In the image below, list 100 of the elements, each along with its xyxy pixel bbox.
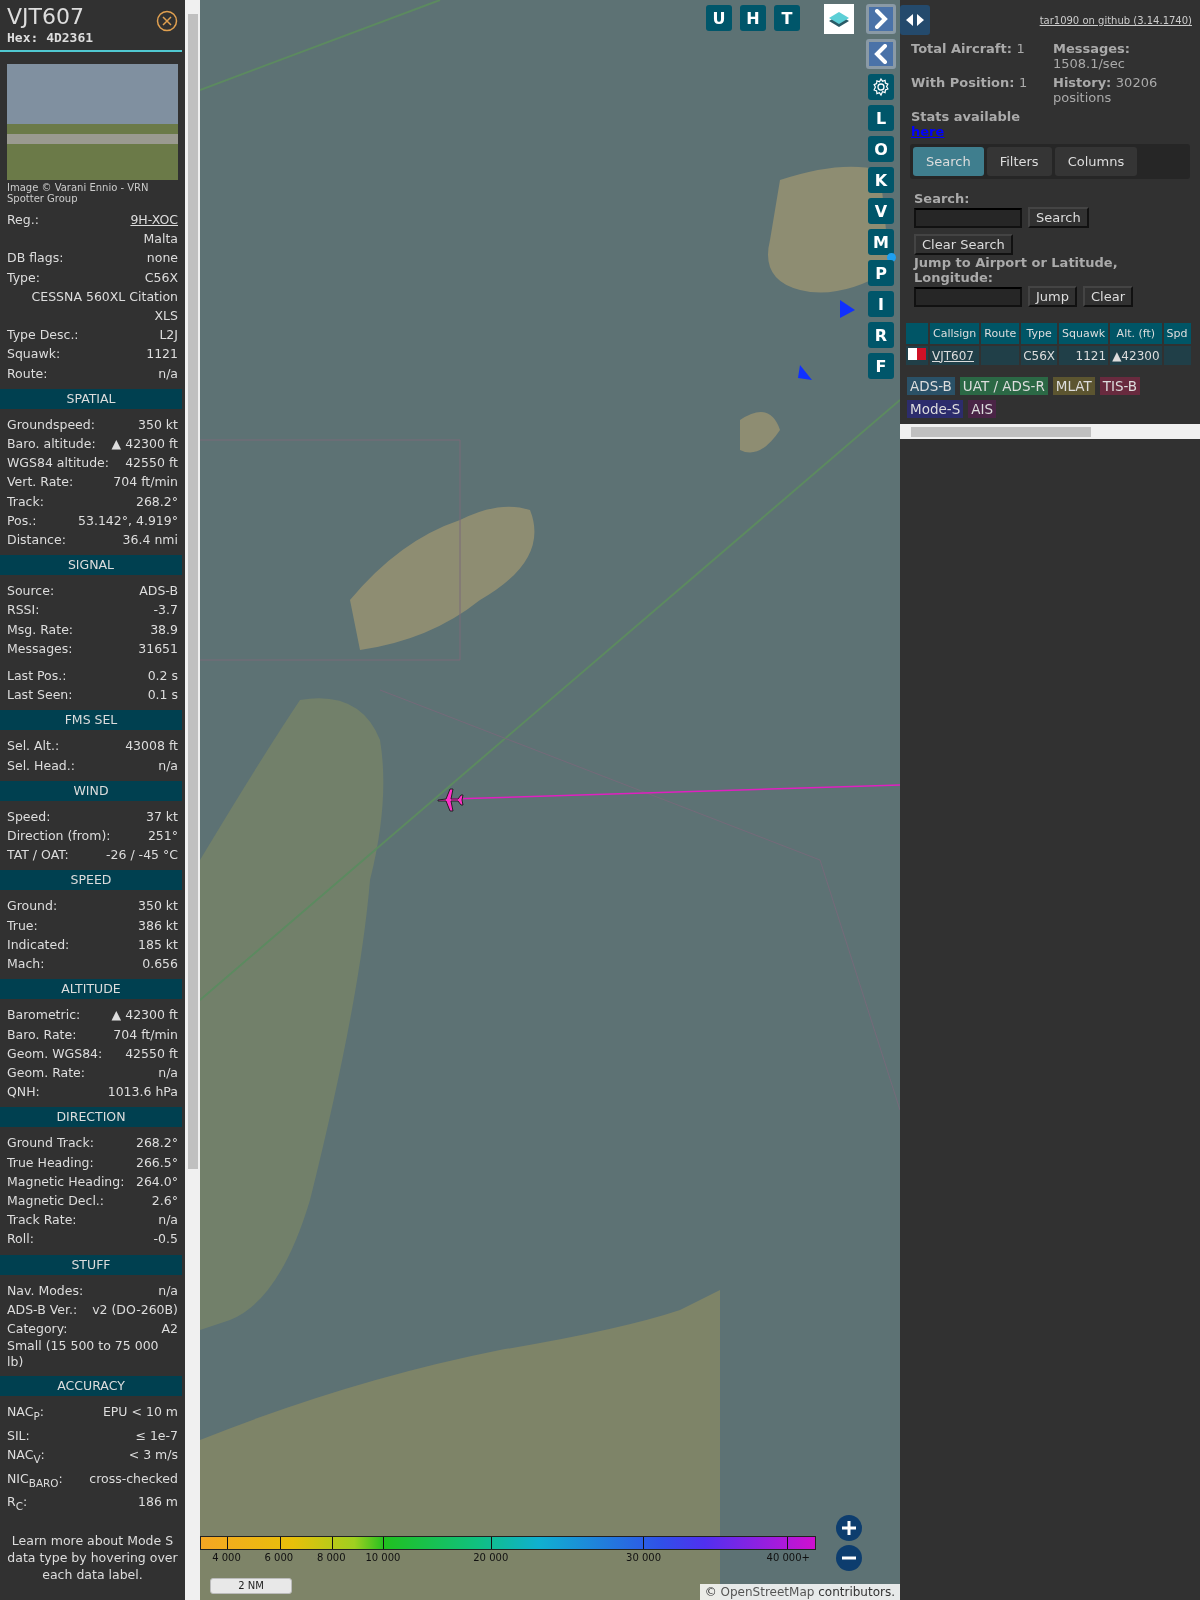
map-toggle-button[interactable]: I [868, 291, 894, 317]
field-value: -26 / -45 °C [106, 846, 178, 865]
field-value: n/a [158, 1063, 178, 1082]
column-header[interactable]: Route [981, 323, 1020, 344]
source-tag: MLAT [1052, 377, 1095, 395]
field-label: Last Pos.: [7, 667, 67, 686]
plus-icon [841, 1520, 857, 1536]
field-label: Ground Track: [7, 1134, 94, 1153]
tab[interactable]: Columns [1054, 147, 1138, 176]
altitude-label: 40 000+ [766, 1552, 810, 1563]
field-value: 704 ft/min [113, 1025, 178, 1044]
altitude-label: 20 000 [473, 1552, 509, 1563]
field-label: Route: [7, 364, 48, 383]
expand-button[interactable] [866, 4, 896, 34]
map-toggle-button[interactable]: H [740, 5, 766, 31]
field-label: Sel. Head.: [7, 756, 75, 775]
field-label: Groundspeed: [7, 415, 95, 434]
field-value: ▲ 42300 ft [111, 435, 178, 454]
left-right-arrows-icon [905, 13, 925, 27]
altitude-label: 4 000 [212, 1552, 241, 1563]
field-label: Category: [7, 1319, 68, 1338]
field-label: Search: [914, 191, 971, 206]
field-label: True Heading: [7, 1153, 94, 1172]
column-header[interactable]: Callsign [930, 323, 980, 344]
jump-form-button[interactable]: Clear [1083, 286, 1133, 307]
callsign-link[interactable]: VJT607 [932, 348, 974, 363]
field-value: L2J [159, 326, 178, 345]
registration-link[interactable]: 9H-XOC [130, 210, 178, 230]
airplane-icon[interactable] [436, 787, 464, 813]
field-value: 185 kt [138, 935, 178, 954]
section-header: ACCURACY [0, 1376, 182, 1397]
field-value: ADS-B [139, 582, 178, 601]
tab[interactable]: Filters [986, 147, 1052, 176]
source-tag: Mode-S [907, 400, 964, 418]
field-value: 1013.6 hPa [107, 1083, 178, 1102]
field-value: 251° [147, 827, 178, 846]
map-toggle-button[interactable]: T [774, 5, 800, 31]
panel-toggle-button[interactable] [900, 5, 930, 35]
jump-field[interactable] [914, 286, 1022, 307]
field-value: C56X [144, 268, 178, 287]
map-toggle-button[interactable]: K [868, 167, 894, 193]
field-value: 38.9 [150, 620, 178, 639]
field-label: DB flags: [7, 249, 64, 268]
jump-form-button[interactable]: Jump [1028, 286, 1077, 307]
field-label: R$_{C}$: [7, 1493, 28, 1514]
collapse-button[interactable] [866, 39, 896, 69]
field-value: n/a [158, 1281, 178, 1300]
map-toggle-button[interactable]: F [868, 353, 894, 379]
field-label: Msg. Rate: [7, 620, 74, 639]
field-label: Magnetic Heading: [7, 1172, 125, 1191]
table-cell: ▲42300 [1110, 346, 1162, 365]
map-toggle-button[interactable]: P [868, 260, 894, 286]
field-value: 350 kt [138, 897, 178, 916]
scrollbar[interactable] [185, 0, 200, 1600]
section-header: SPATIAL [0, 388, 182, 409]
section-header: SPEED [0, 870, 182, 891]
layers-button[interactable] [824, 4, 854, 34]
field-label: ADS-B Ver.: [7, 1300, 78, 1319]
field-label: Indicated: [7, 935, 70, 954]
map-attribution: © OpenStreetMap contributors. [699, 1584, 900, 1600]
map-toggle-button[interactable]: M [868, 229, 894, 255]
field-value: 186 m [138, 1493, 178, 1512]
field-value: 31651 [138, 639, 178, 658]
search-field[interactable] [914, 207, 1022, 228]
field-value: 264.0° [135, 1172, 178, 1191]
map-toggle-button[interactable]: O [868, 136, 894, 162]
attribution-link[interactable]: OpenStreetMap [720, 1585, 815, 1599]
field-value: 53.142°, 4.919° [78, 511, 178, 530]
stat-text: History: 30206 positions [1053, 75, 1159, 105]
field-value: Malta [142, 230, 179, 249]
altitude-label: 6 000 [264, 1552, 294, 1563]
map-toggle-button[interactable]: L [868, 105, 894, 131]
field-value: v2 (DO-260B) [92, 1300, 178, 1319]
search-form-button[interactable]: Search [1028, 207, 1089, 228]
map-toggle-button[interactable]: V [868, 198, 894, 224]
column-header[interactable]: Alt. (ft) [1110, 323, 1162, 344]
close-icon[interactable] [156, 10, 178, 32]
field-label: QNH: [7, 1083, 40, 1102]
zoom-out-button[interactable] [836, 1545, 862, 1571]
version-link[interactable]: tar1090 on github (3.14.1740) [1039, 15, 1192, 26]
column-header[interactable]: Squawk [1059, 323, 1109, 344]
field-value: 268.2° [135, 492, 178, 511]
column-header[interactable]: Type [1021, 323, 1058, 344]
stats-text: Stats available [911, 109, 1021, 124]
field-value: 350 kt [138, 415, 178, 434]
map-toggle-button[interactable]: R [868, 322, 894, 348]
settings-button[interactable] [868, 74, 894, 100]
map-toggle-button[interactable]: U [706, 5, 732, 31]
field-label: Jump to Airport or Latitude, Longitude: [914, 255, 1119, 285]
search-form-button[interactable]: Clear Search [914, 234, 1013, 255]
field-value: 2.6° [151, 1191, 178, 1210]
field-label: Barometric: [7, 1006, 81, 1025]
field-value: -3.7 [153, 601, 178, 620]
field-value: -0.5 [153, 1230, 178, 1249]
source-tag: UAT / ADS-R [959, 377, 1048, 395]
horizontal-scrollbar[interactable] [900, 424, 1200, 439]
field-value: Small (15 500 to 75 000 lb) [6, 1338, 160, 1371]
column-header[interactable]: Spd [1163, 323, 1191, 344]
field-value: ≤ 1e-7 [135, 1426, 178, 1445]
zoom-in-button[interactable] [836, 1515, 862, 1541]
